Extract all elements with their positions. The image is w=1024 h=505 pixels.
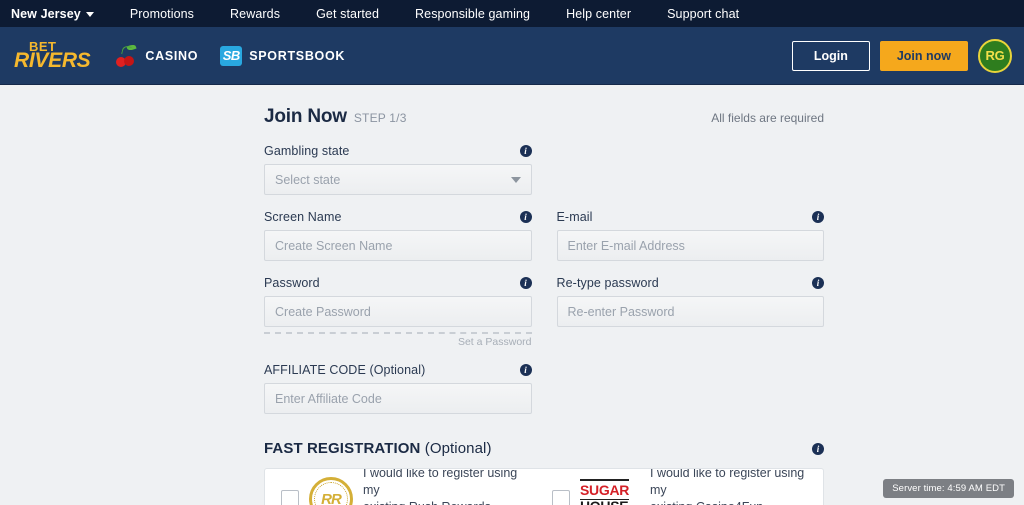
gambling-state-select[interactable] — [264, 164, 532, 195]
nav-state-selector[interactable]: New Jersey — [11, 7, 112, 21]
nav-state-label: New Jersey — [11, 6, 81, 21]
nav-item-responsible-gaming[interactable]: Responsible gaming — [397, 7, 548, 21]
form-row-gambling-state: Gambling state i — [264, 143, 824, 209]
step-indicator: STEP 1/3 — [353, 111, 407, 125]
field-screen-name: Screen Name i — [264, 209, 532, 261]
info-icon[interactable]: i — [519, 144, 532, 157]
betrivers-logo[interactable]: BET RIVERS — [14, 39, 91, 72]
info-icon[interactable]: i — [812, 442, 824, 455]
strength-segment — [318, 332, 368, 334]
form-column-left: Gambling state i — [264, 143, 532, 209]
info-icon[interactable]: i — [519, 276, 532, 289]
sportsbook-icon: SB — [220, 45, 243, 66]
rush-rewards-checkbox[interactable] — [281, 490, 299, 505]
rush-rewards-logo-icon: RR — [309, 477, 353, 505]
fast-option-rush-rewards[interactable]: RR I would like to register using my exi… — [281, 469, 536, 505]
form-title-group: Join Now STEP 1/3 — [264, 106, 407, 128]
form-row-affiliate: AFFILIATE CODE (Optional) i — [264, 362, 824, 428]
field-gambling-state: Gambling state i — [264, 143, 532, 195]
info-icon[interactable]: i — [812, 210, 824, 223]
nav-item-get-started[interactable]: Get started — [298, 7, 397, 21]
header-actions: Login Join now RG — [791, 27, 1012, 84]
top-navigation-bar: New Jersey Promotions Rewards Get starte… — [0, 0, 1024, 27]
form-column-right-empty — [557, 362, 825, 428]
logo-rivers-text: RIVERS — [14, 48, 91, 72]
required-fields-note: All fields are required — [711, 111, 824, 125]
gambling-state-label: Gambling state — [264, 143, 350, 158]
sugarhouse-logo-bottom: HOUSE — [580, 497, 629, 505]
password-label: Password — [264, 275, 320, 290]
nav-item-support-chat[interactable]: Support chat — [649, 7, 757, 21]
nav-item-help-center[interactable]: Help center — [548, 7, 649, 21]
rush-rewards-text-line2: existing Rush Rewards account. — [363, 500, 491, 505]
strength-segment — [427, 332, 477, 334]
form-row-name-email: Screen Name i E-mail i — [264, 209, 824, 275]
sportsbook-link[interactable]: SB SPORTSBOOK — [220, 45, 346, 66]
info-icon[interactable]: i — [519, 210, 532, 223]
fast-registration-title-optional: (Optional) — [424, 440, 492, 457]
rush-rewards-text-line1: I would like to register using my — [363, 468, 518, 498]
form-column-left: Password i Set a Password — [264, 275, 532, 362]
chevron-down-icon — [85, 12, 94, 17]
retype-password-input[interactable] — [556, 296, 824, 327]
password-input[interactable] — [264, 296, 532, 327]
page-title: Join Now — [264, 106, 347, 127]
sugarhouse-checkbox[interactable] — [552, 490, 570, 505]
nav-item-promotions[interactable]: Promotions — [112, 7, 212, 21]
responsible-gaming-badge-icon[interactable]: RG — [978, 38, 1012, 73]
join-now-form: Join Now STEP 1/3 All fields are require… — [264, 106, 824, 505]
retype-password-label: Re-type password — [556, 275, 659, 290]
field-email: E-mail i — [556, 209, 824, 261]
password-hint: Set a Password — [457, 336, 532, 348]
sugarhouse-option-text: I would like to register using my existi… — [650, 468, 807, 505]
fast-registration-title: FAST REGISTRATION (Optional) — [264, 440, 492, 457]
affiliate-code-label: AFFILIATE CODE (Optional) — [264, 362, 426, 377]
form-column-right-empty — [557, 143, 825, 209]
casino-link[interactable]: CASINO — [116, 43, 199, 67]
server-time-badge: Server time: 4:59 AM EDT — [883, 479, 1014, 498]
sugarhouse-logo-icon: SUGAR HOUSE — [580, 479, 640, 505]
field-password: Password i Set a Password — [264, 275, 532, 348]
fast-registration-title-main: FAST REGISTRATION — [264, 440, 421, 457]
form-column-left: AFFILIATE CODE (Optional) i — [264, 362, 532, 428]
form-column-right: E-mail i — [556, 209, 824, 275]
rush-rewards-option-text: I would like to register using my existi… — [363, 468, 536, 505]
sportsbook-link-label: SPORTSBOOK — [249, 48, 346, 63]
sugarhouse-text-line2: existing Casino4Fun account. — [650, 500, 763, 505]
casino-link-label: CASINO — [145, 48, 199, 63]
nav-item-rewards[interactable]: Rewards — [212, 7, 298, 21]
strength-segment — [373, 332, 423, 334]
registration-page: Join Now STEP 1/3 All fields are require… — [0, 85, 1024, 505]
screen-name-label: Screen Name — [264, 209, 342, 224]
affiliate-code-input[interactable] — [264, 383, 532, 414]
screen-name-input[interactable] — [264, 230, 532, 261]
strength-segment — [482, 332, 532, 334]
sugarhouse-text-line1: I would like to register using my — [650, 468, 805, 498]
cherries-icon — [116, 43, 138, 67]
fast-option-sugarhouse[interactable]: SUGAR HOUSE I would like to register usi… — [552, 469, 807, 505]
form-row-passwords: Password i Set a Password Re-type passwo… — [264, 275, 824, 362]
form-column-left: Screen Name i — [264, 209, 532, 275]
form-header: Join Now STEP 1/3 All fields are require… — [264, 106, 824, 128]
join-now-button[interactable]: Join now — [879, 40, 968, 71]
password-strength-meter — [264, 332, 532, 334]
field-retype-password: Re-type password i — [556, 275, 824, 327]
email-label: E-mail — [556, 209, 593, 224]
fast-registration-header: FAST REGISTRATION (Optional) i — [264, 440, 824, 457]
info-icon[interactable]: i — [812, 276, 824, 289]
fast-registration-card: RR I would like to register using my exi… — [264, 468, 824, 505]
form-column-right: Re-type password i — [556, 275, 824, 362]
info-icon[interactable]: i — [519, 363, 532, 376]
strength-segment — [264, 332, 314, 334]
field-affiliate-code: AFFILIATE CODE (Optional) i — [264, 362, 532, 414]
brand-header-bar: BET RIVERS CASINO SB SPORTSBOOK Login Jo… — [0, 27, 1024, 85]
login-button[interactable]: Login — [791, 40, 870, 71]
email-input[interactable] — [556, 230, 824, 261]
